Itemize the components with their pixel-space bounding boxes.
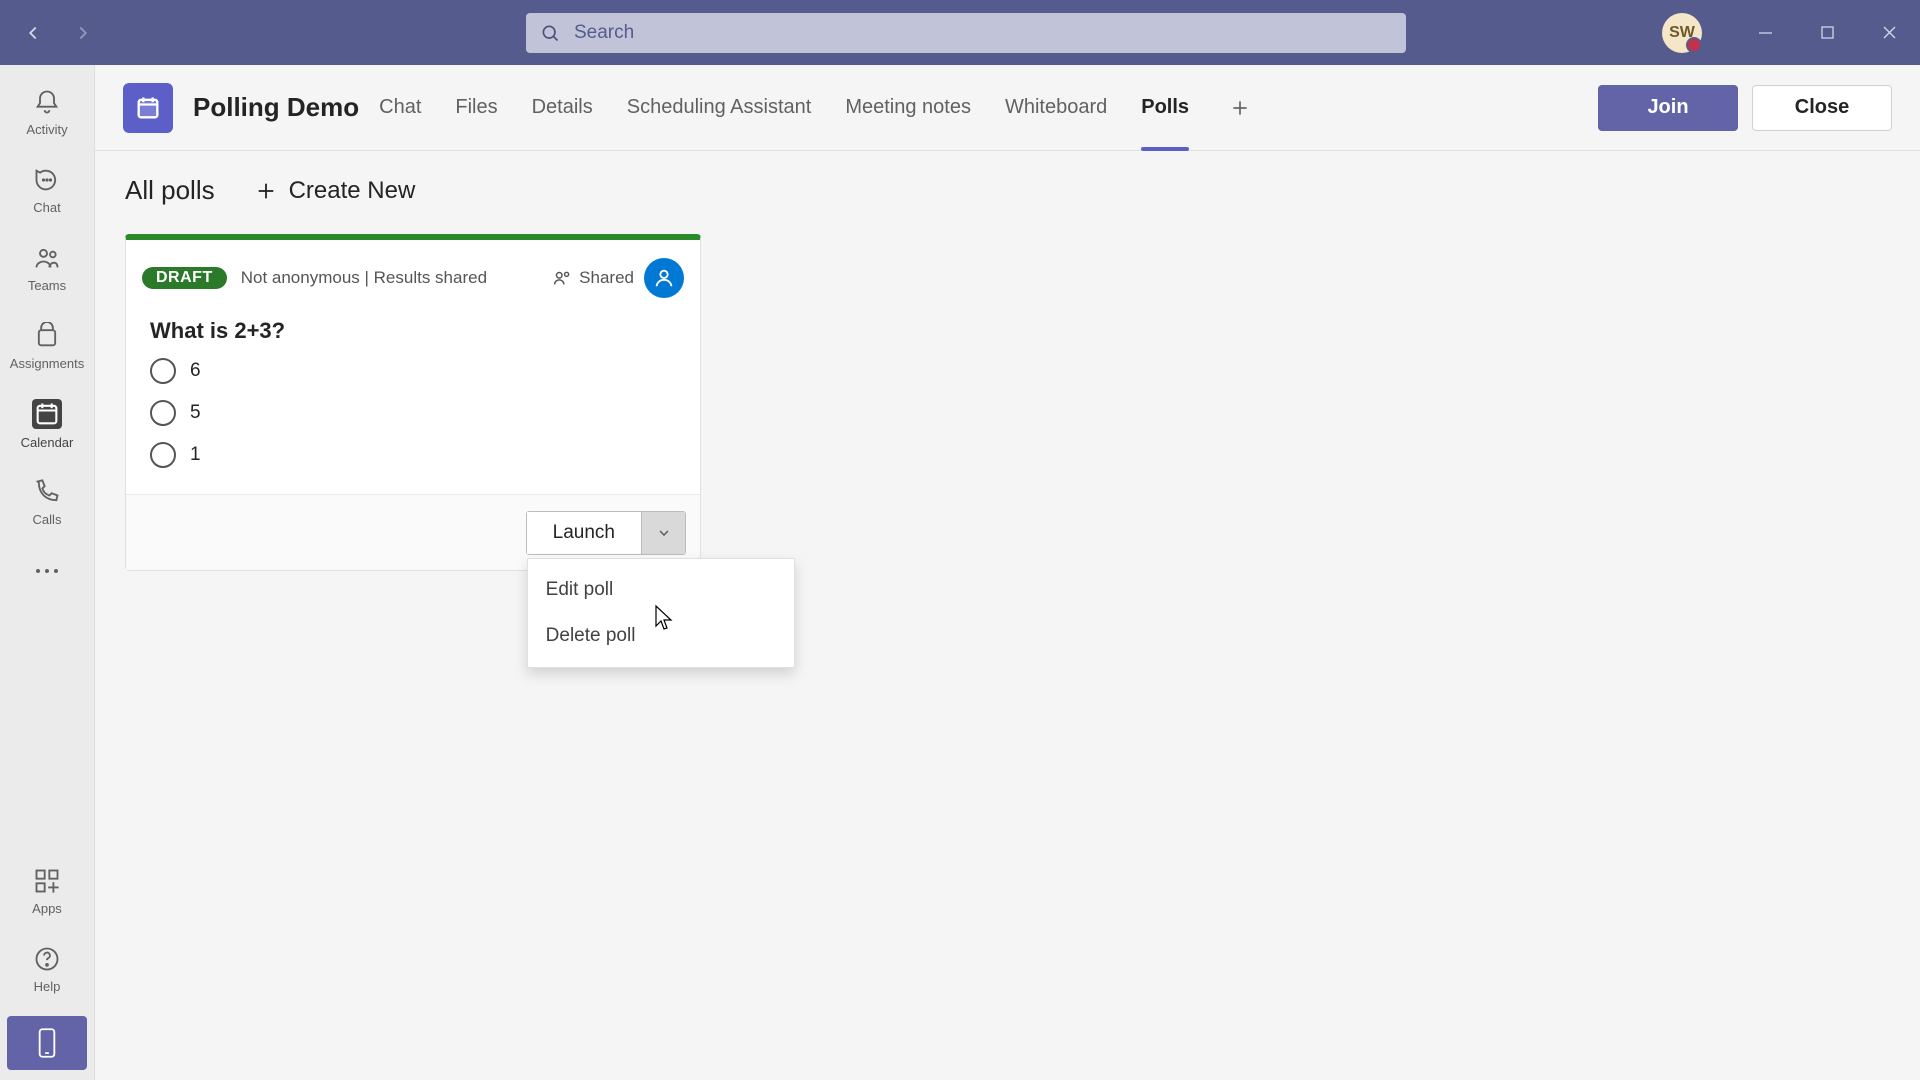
meeting-tabs: Chat Files Details Scheduling Assistant … xyxy=(379,65,1251,150)
tab-scheduling-assistant[interactable]: Scheduling Assistant xyxy=(627,65,812,150)
rail-activity[interactable]: Activity xyxy=(0,73,94,151)
nav-back-icon[interactable] xyxy=(22,22,44,44)
join-button[interactable]: Join xyxy=(1598,85,1738,131)
radio-icon xyxy=(150,442,176,468)
rail-chat[interactable]: Chat xyxy=(0,151,94,229)
person-icon xyxy=(653,267,675,289)
rail-label: Calls xyxy=(33,512,62,527)
app-rail: Activity Chat Teams Assignments Calendar… xyxy=(0,65,95,1080)
polls-panel: All polls Create New DRAFT Not anonymous… xyxy=(95,151,1920,1080)
search-input[interactable] xyxy=(574,22,1392,44)
search-box[interactable] xyxy=(526,13,1406,53)
poll-option[interactable]: 6 xyxy=(150,358,676,384)
rail-label: Teams xyxy=(28,278,66,293)
rail-label: Apps xyxy=(32,901,62,916)
meeting-header: Polling Demo Chat Files Details Scheduli… xyxy=(95,65,1920,151)
rail-teams[interactable]: Teams xyxy=(0,229,94,307)
rail-calendar[interactable]: Calendar xyxy=(0,385,94,463)
poll-question: What is 2+3? xyxy=(126,308,700,358)
poll-owner-avatar[interactable] xyxy=(644,258,684,298)
poll-card: DRAFT Not anonymous | Results shared Sha… xyxy=(125,234,701,571)
window-minimize-icon[interactable] xyxy=(1734,0,1796,65)
search-icon xyxy=(540,23,560,43)
radio-icon xyxy=(150,400,176,426)
poll-option-label: 5 xyxy=(190,402,201,424)
rail-label: Chat xyxy=(33,200,60,215)
tab-whiteboard[interactable]: Whiteboard xyxy=(1005,65,1107,150)
rail-label: Assignments xyxy=(10,356,84,371)
window-close-icon[interactable] xyxy=(1858,0,1920,65)
rail-label: Activity xyxy=(26,122,67,137)
poll-meta-text: Not anonymous | Results shared xyxy=(241,268,487,288)
poll-option[interactable]: 5 xyxy=(150,400,676,426)
polls-header-title: All polls xyxy=(125,175,215,206)
rail-label: Help xyxy=(34,979,61,994)
rail-label: Calendar xyxy=(21,435,74,450)
chevron-down-icon xyxy=(656,525,672,541)
user-avatar[interactable]: SW xyxy=(1662,13,1702,53)
tab-meeting-notes[interactable]: Meeting notes xyxy=(845,65,971,150)
rail-calls[interactable]: Calls xyxy=(0,463,94,541)
meeting-title: Polling Demo xyxy=(193,92,359,123)
close-button[interactable]: Close xyxy=(1752,85,1892,131)
draft-badge: DRAFT xyxy=(142,267,227,289)
create-new-poll[interactable]: Create New xyxy=(255,177,416,205)
menu-delete-poll[interactable]: Delete poll xyxy=(528,613,794,659)
tab-details[interactable]: Details xyxy=(532,65,593,150)
launch-dropdown-menu: Edit poll Delete poll xyxy=(527,558,795,668)
window-maximize-icon[interactable] xyxy=(1796,0,1858,65)
poll-option[interactable]: 1 xyxy=(150,442,676,468)
tab-chat[interactable]: Chat xyxy=(379,65,421,150)
launch-split-button: Launch Edit poll Delete poll xyxy=(526,511,686,555)
add-tab-icon[interactable] xyxy=(1229,97,1251,119)
shared-label-text: Shared xyxy=(579,268,634,288)
meeting-calendar-icon xyxy=(123,83,173,133)
nav-forward-icon[interactable] xyxy=(72,22,94,44)
create-new-label: Create New xyxy=(289,177,416,205)
rail-help[interactable]: Help xyxy=(0,930,94,1008)
poll-option-label: 1 xyxy=(190,444,201,466)
tab-files[interactable]: Files xyxy=(455,65,497,150)
radio-icon xyxy=(150,358,176,384)
poll-option-label: 6 xyxy=(190,360,201,382)
plus-icon xyxy=(255,180,277,202)
rail-more-icon[interactable] xyxy=(0,541,94,601)
tab-polls[interactable]: Polls xyxy=(1141,65,1189,150)
shared-indicator: Shared xyxy=(551,267,634,289)
rail-apps[interactable]: Apps xyxy=(0,852,94,930)
launch-dropdown-toggle[interactable] xyxy=(641,512,685,554)
rail-mobile-app-tile[interactable] xyxy=(7,1016,87,1070)
menu-edit-poll[interactable]: Edit poll xyxy=(528,567,794,613)
rail-assignments[interactable]: Assignments xyxy=(0,307,94,385)
launch-button[interactable]: Launch xyxy=(527,512,641,554)
titlebar: SW xyxy=(0,0,1920,65)
people-icon xyxy=(551,267,573,289)
